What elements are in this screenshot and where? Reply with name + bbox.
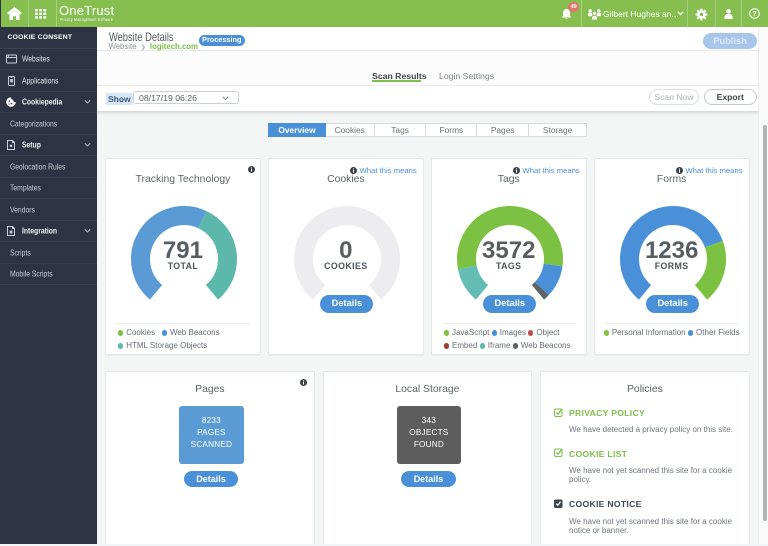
svg-text:?: ? [752,11,756,18]
